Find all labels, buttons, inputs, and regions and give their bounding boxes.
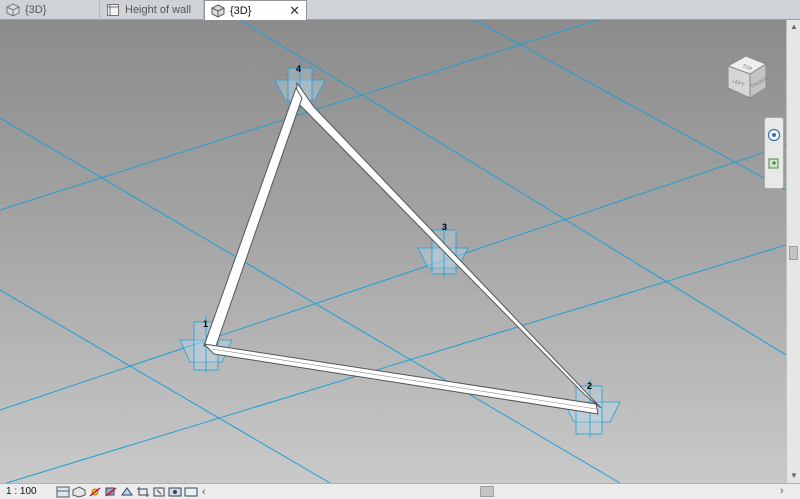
view-cube-icon: TOP LEFT FRONT	[726, 55, 768, 99]
sun-path-icon[interactable]	[88, 486, 102, 498]
scroll-down-icon[interactable]: ▼	[790, 471, 798, 480]
view-cube[interactable]: TOP LEFT FRONT	[720, 52, 772, 104]
tab-3d-view-active[interactable]: {3D} ✕	[204, 0, 307, 21]
render-icon[interactable]	[120, 486, 134, 498]
sheet-view-icon	[107, 4, 119, 16]
tab-3d-view-1[interactable]: {3D}	[0, 0, 100, 20]
shadows-icon[interactable]	[104, 486, 118, 498]
revit-window: {3D} Height of wall {3D} ✕ 4 3 1 2 TOP L…	[0, 0, 800, 499]
detail-level-icon[interactable]	[56, 486, 70, 498]
scroll-up-icon[interactable]: ▲	[790, 22, 798, 31]
crop-view-icon[interactable]	[136, 486, 150, 498]
3d-view-icon	[6, 3, 20, 17]
view-control-bar: 1 : 100 ‹ ›	[0, 483, 800, 499]
reveal-hidden-icon[interactable]	[184, 486, 198, 498]
3d-view-icon	[211, 4, 225, 18]
steering-wheel-icon[interactable]	[767, 128, 781, 142]
scroll-right-icon[interactable]: ›	[780, 485, 784, 497]
horizontal-scrollbar[interactable]	[200, 486, 778, 498]
navigation-bar	[764, 117, 784, 189]
tab-label: Height of wall	[125, 4, 192, 16]
point-label: 2	[587, 381, 592, 391]
grid-lines	[0, 20, 786, 483]
vertical-scrollbar[interactable]: ▲ ▼	[786, 20, 800, 483]
3d-viewport[interactable]: 4 3 1 2 TOP LEFT FRONT	[0, 20, 786, 483]
point-label: 3	[442, 222, 447, 232]
tab-label: {3D}	[25, 4, 47, 16]
temporary-hide-icon[interactable]	[168, 486, 182, 498]
visual-style-icon[interactable]	[72, 485, 86, 498]
tab-label: {3D}	[230, 5, 252, 17]
point-label: 4	[296, 64, 301, 74]
view-controls	[56, 485, 198, 498]
point-label: 1	[203, 319, 208, 329]
vertical-scroll-thumb[interactable]	[789, 246, 798, 260]
close-tab-icon[interactable]: ✕	[289, 3, 300, 19]
zoom-icon[interactable]	[767, 156, 781, 170]
wall-4-1[interactable]	[203, 86, 303, 347]
model-canvas[interactable]: 4 3 1 2	[0, 20, 786, 483]
view-scale[interactable]: 1 : 100	[0, 486, 56, 497]
tab-height-of-wall[interactable]: Height of wall	[100, 0, 204, 20]
show-crop-icon[interactable]	[152, 486, 166, 498]
horizontal-scroll-thumb[interactable]	[480, 486, 494, 497]
view-tab-bar: {3D} Height of wall {3D} ✕	[0, 0, 800, 21]
wall-triangle[interactable]	[202, 81, 602, 415]
